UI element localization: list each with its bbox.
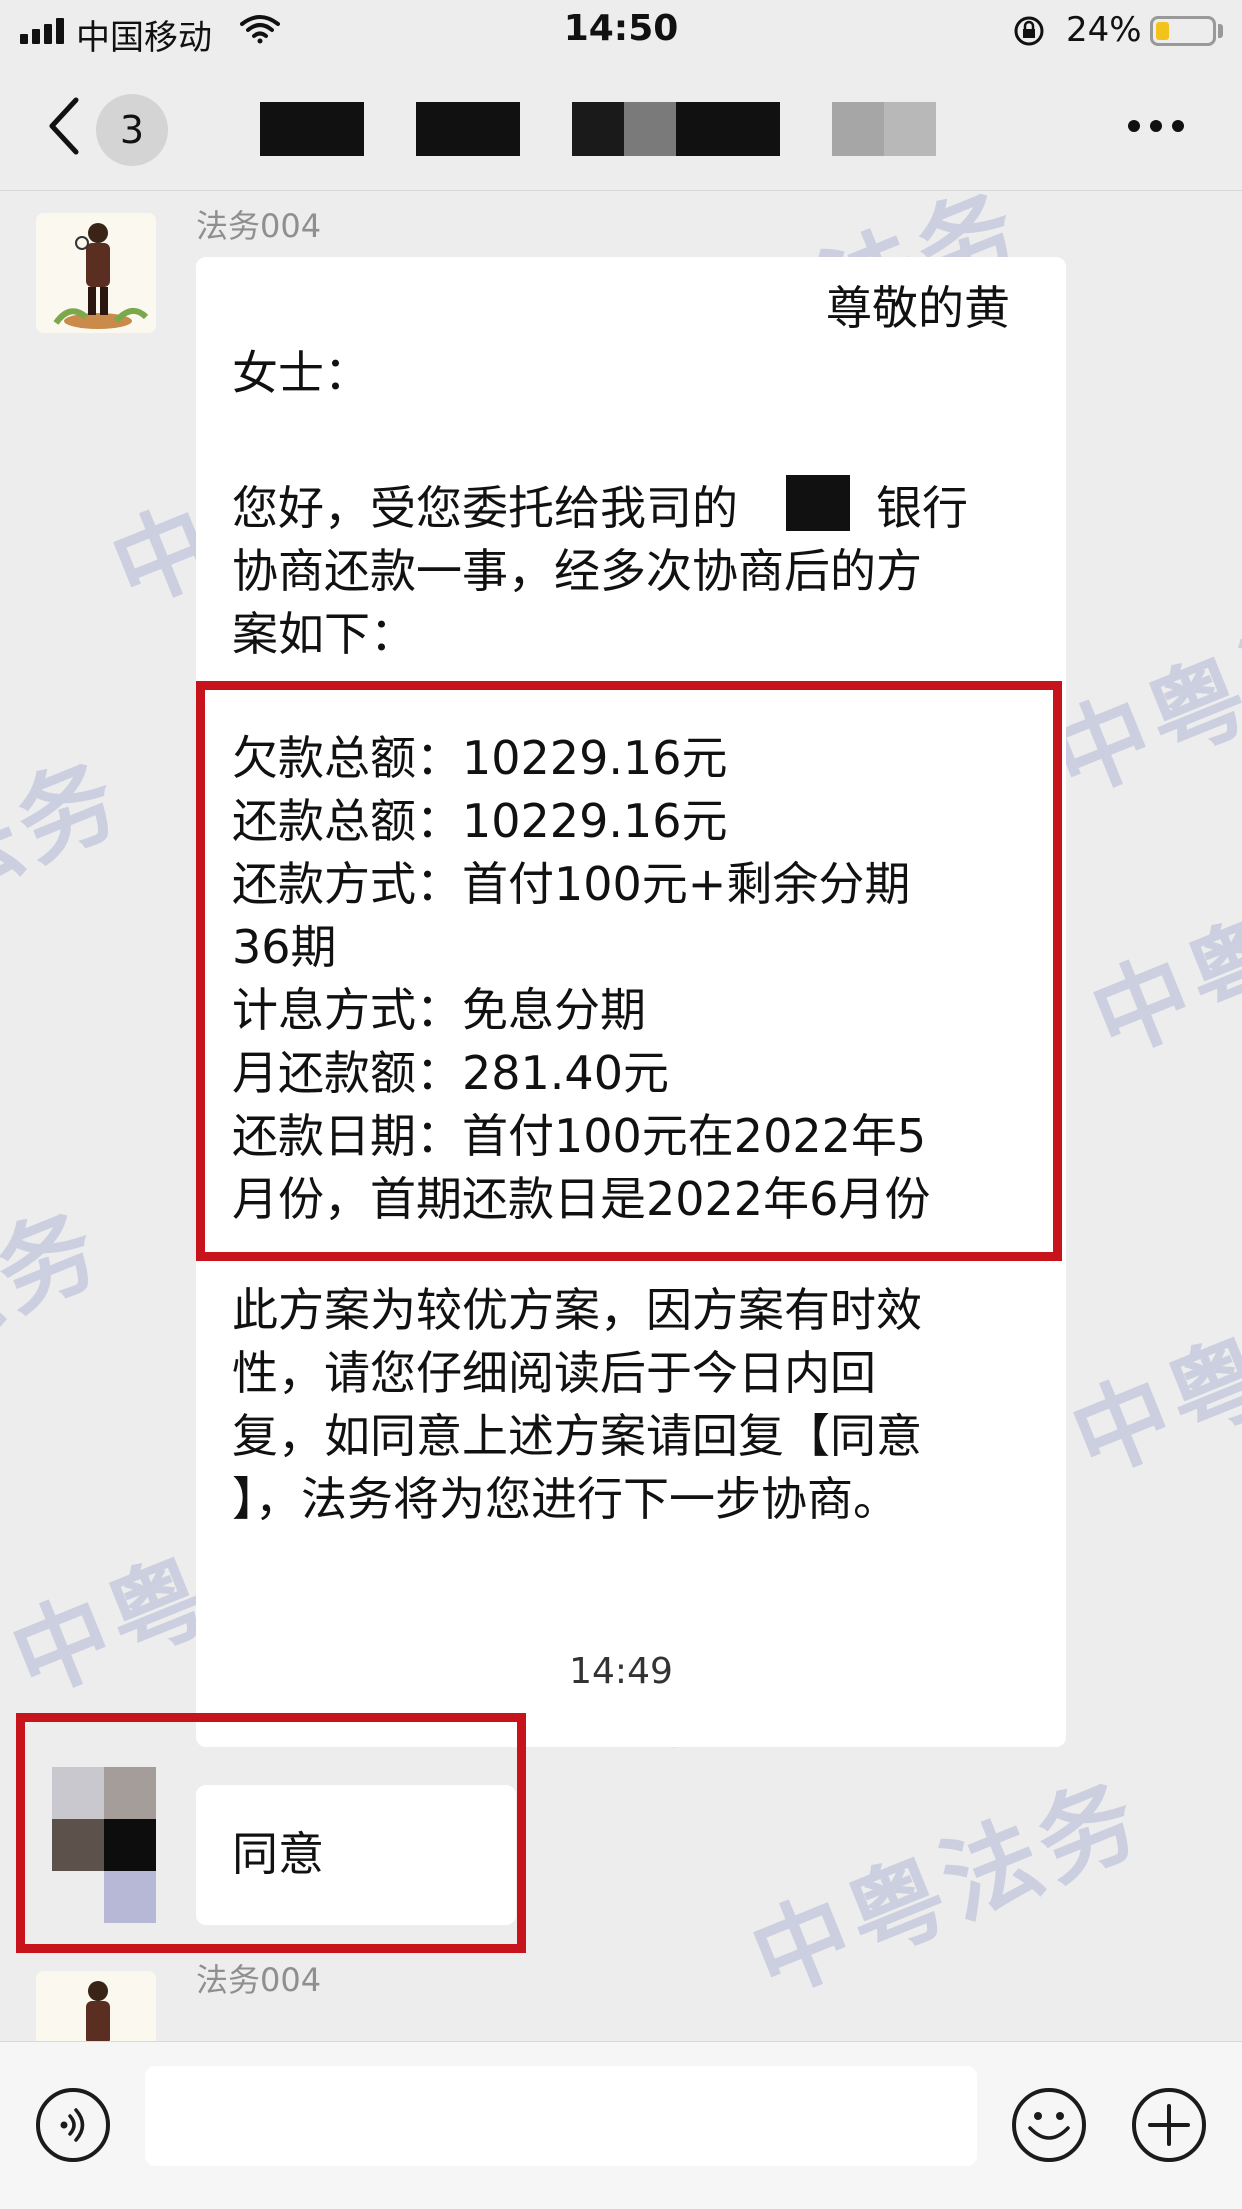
- closing-text: 此方案为较优方案，因方案有时效 性，请您仔细阅读后于今日内回 复，如同意上述方案…: [232, 1283, 922, 1526]
- watermark: 中粤法务: [0, 1190, 118, 1447]
- avatar[interactable]: [36, 213, 156, 333]
- time-separator: 14:49: [569, 1651, 673, 1692]
- lawyer-avatar-icon: [36, 1971, 156, 2041]
- status-time: 14:50: [563, 8, 679, 49]
- greeting-line: 尊敬的黄: [826, 281, 1010, 335]
- battery-percent: 24%: [1066, 10, 1142, 50]
- rotation-lock-icon: [1014, 16, 1044, 46]
- watermark: 中粤法务: [0, 740, 138, 997]
- lawyer-avatar-icon: [36, 213, 156, 333]
- battery-icon: [1150, 16, 1216, 46]
- more-horizontal-icon[interactable]: [1128, 120, 1188, 134]
- chat-messages[interactable]: 中粤法务 中粤法务 中粤法务 中粤法务 中粤法务 中粤法务 中粤法务 中粤法务 …: [0, 191, 1242, 2041]
- status-bar: 中国移动 14:50 24%: [0, 0, 1242, 62]
- greeting-line: 女士：: [232, 346, 370, 400]
- chevron-left-icon[interactable]: [44, 96, 84, 156]
- plan-highlight-box: [196, 681, 1062, 1261]
- sender-name: 法务004: [196, 207, 322, 245]
- watermark: 中粤法务: [1057, 1240, 1242, 1497]
- watermark: 中粤法务: [1077, 820, 1242, 1077]
- watermark: 中粤法务: [737, 1760, 1158, 2017]
- sender-name: 法务004: [196, 1961, 322, 1999]
- battery-tip: [1218, 24, 1223, 38]
- voice-icon[interactable]: [36, 2088, 110, 2162]
- intro-text: 您好，受您委托给我司的 银行 协商还款一事，经多次协商后的方 案如下：: [232, 481, 968, 661]
- message-input[interactable]: [145, 2066, 977, 2166]
- chat-header: 3: [0, 62, 1242, 191]
- input-bar: [0, 2041, 1242, 2209]
- avatar[interactable]: [36, 1971, 156, 2041]
- chat-title-redacted: [260, 102, 960, 156]
- plus-icon[interactable]: [1132, 2088, 1206, 2162]
- redacted-bank-name: [786, 475, 850, 531]
- unread-count-badge[interactable]: 3: [96, 94, 168, 166]
- emoji-icon[interactable]: [1012, 2088, 1086, 2162]
- reply-highlight-box: [16, 1713, 526, 1953]
